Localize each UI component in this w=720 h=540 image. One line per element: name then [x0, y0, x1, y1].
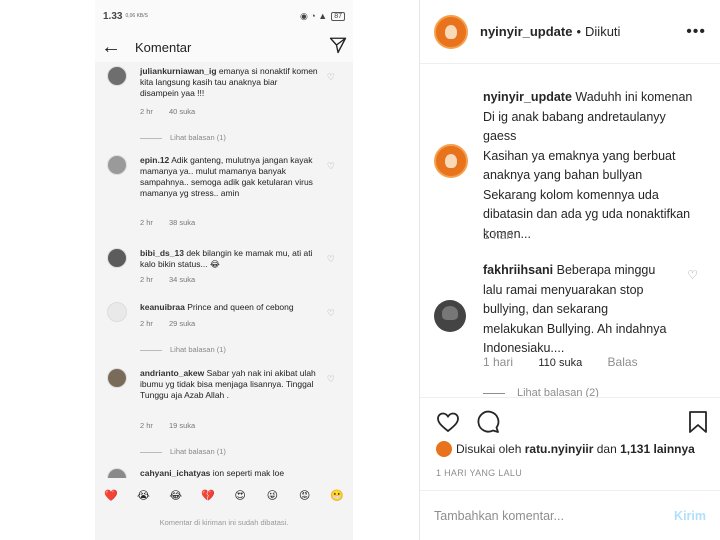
caption-username[interactable]: nyinyir_update [483, 90, 572, 104]
liked-by-label: Disukai oleh [456, 442, 522, 456]
back-arrow-icon: ← [101, 35, 121, 58]
liker-avatar[interactable] [436, 441, 452, 457]
comment-username[interactable]: fakhriihsani [483, 263, 553, 277]
avatar [107, 155, 127, 175]
phone-header: ← Komentar [95, 32, 353, 62]
comment-user: andrianto_akew [140, 368, 205, 378]
post-comment-button[interactable]: Kirim [674, 509, 706, 523]
view-replies-button[interactable]: Lihat balasan (2) [483, 387, 599, 397]
caption-text: Waduhh ini komenan Di ig anak babang and… [483, 90, 693, 241]
comment-meta: 2 hr 29 suka [140, 319, 196, 328]
comment-bubble-icon[interactable] [474, 408, 502, 436]
liked-and-label: dan [596, 442, 617, 456]
comment-timestamp[interactable]: 1 hari [483, 355, 513, 369]
more-options-icon[interactable]: ••• [686, 23, 706, 41]
like-heart-icon[interactable] [434, 408, 462, 436]
phone-title: Komentar [135, 39, 192, 55]
heart-icon: ♡ [326, 72, 335, 82]
emoji-bar: ❤️ 😭 😂 💔 😍 😜 😡 😬 [95, 478, 353, 512]
author-avatar[interactable] [434, 14, 468, 49]
laughing-emoji: 😂 [169, 489, 183, 502]
likes-count[interactable]: 1,131 lainnya [620, 442, 695, 456]
send-icon [329, 36, 347, 59]
comment-meta: 2 hr 40 suka [140, 107, 196, 116]
post-header: nyinyir_update • Diikuti ••• [420, 0, 720, 64]
reply-button[interactable]: Balas [608, 355, 638, 369]
status-network: 0,06 KB/S [125, 12, 148, 19]
heart-icon: ♡ [326, 374, 335, 384]
status-time: 1.33 [103, 10, 123, 22]
add-comment-box: Kirim [420, 490, 720, 540]
grimacing-emoji: 😬 [330, 489, 344, 502]
comment-user: bibi_ds_13 [140, 248, 184, 258]
phone-screenshot: 1.33 0,06 KB/S ◉ ◔ ▲ 87 ← Komentar julia… [95, 0, 353, 540]
likes-summary: Disukai oleh ratu.nyinyiir dan 1,131 lai… [436, 441, 695, 457]
status-icons: ◉ ◔ ▲ 87 [300, 11, 345, 22]
view-replies: Lihat balasan (1) [140, 446, 226, 457]
signal-icon: ◉ ◔ ▲ [300, 10, 328, 21]
comment-user: epin.12 [140, 155, 170, 165]
comment-text: ion seperti mak loe [212, 468, 285, 478]
phone-status-bar: 1.33 0,06 KB/S ◉ ◔ ▲ 87 [95, 0, 353, 32]
caption-timestamp[interactable]: 1 hari [483, 228, 513, 242]
comment-meta: 1 hari 110 suka Balas [483, 355, 660, 369]
comment-meta: 2 hr 19 suka [140, 421, 196, 430]
red-heart-emoji: ❤️ [104, 489, 118, 502]
post-caption: nyinyir_update Waduhh ini komenan Di ig … [483, 88, 711, 244]
post-actions-bar [420, 397, 720, 445]
comment: fakhriihsani Beberapa minggu lalu ramai … [483, 261, 681, 359]
heart-icon: ♡ [326, 308, 335, 318]
comment-like-heart-icon[interactable]: ♡ [687, 268, 698, 282]
comment-text: Prince and queen of cebong [187, 302, 294, 312]
comment-meta: 2 hr 34 suka [140, 275, 196, 284]
avatar [107, 66, 127, 86]
avatar [107, 368, 127, 388]
comment-user: keanuibraa [140, 302, 185, 312]
comment-user: cahyani_ichatyas [140, 468, 211, 478]
crying-emoji: 😭 [136, 489, 150, 502]
post-side-panel: nyinyir_update • Diikuti ••• nyinyir_upd… [420, 0, 720, 540]
comment-likes[interactable]: 110 suka [538, 357, 582, 369]
separator-dot: • [576, 24, 582, 39]
commenter-avatar[interactable] [434, 300, 466, 332]
add-comment-input[interactable] [434, 508, 675, 523]
comment-meta: 2 hr 38 suka [140, 218, 196, 227]
avatar [107, 248, 127, 268]
heart-icon: ♡ [326, 254, 335, 264]
author-username[interactable]: nyinyir_update [480, 24, 572, 39]
broken-heart-emoji: 💔 [201, 489, 215, 502]
comments-disabled-notice: Komentar di kiriman ini sudah dibatasi. [159, 518, 289, 527]
post-image: 1.33 0,06 KB/S ◉ ◔ ▲ 87 ← Komentar julia… [0, 0, 420, 540]
comment-user: juliankurniawan_ig [140, 66, 217, 76]
bookmark-icon[interactable] [684, 408, 712, 436]
heart-icon: ♡ [326, 161, 335, 171]
winking-tongue-emoji: 😜 [266, 489, 279, 502]
liked-by-user[interactable]: ratu.nyinyiir [525, 442, 594, 456]
avatar [107, 302, 127, 322]
heart-eyes-emoji: 😍 [234, 489, 246, 502]
angry-emoji: 😡 [298, 489, 311, 502]
battery-icon: 87 [331, 11, 345, 21]
post-timestamp[interactable]: 1 HARI YANG LALU [436, 468, 522, 478]
follow-status-button[interactable]: Diikuti [585, 24, 620, 39]
caption-author-avatar[interactable] [434, 144, 468, 178]
view-replies: Lihat balasan (1) [140, 132, 226, 143]
view-replies: Lihat balasan (1) [140, 344, 226, 355]
comments-section[interactable]: nyinyir_update Waduhh ini komenan Di ig … [420, 64, 720, 397]
